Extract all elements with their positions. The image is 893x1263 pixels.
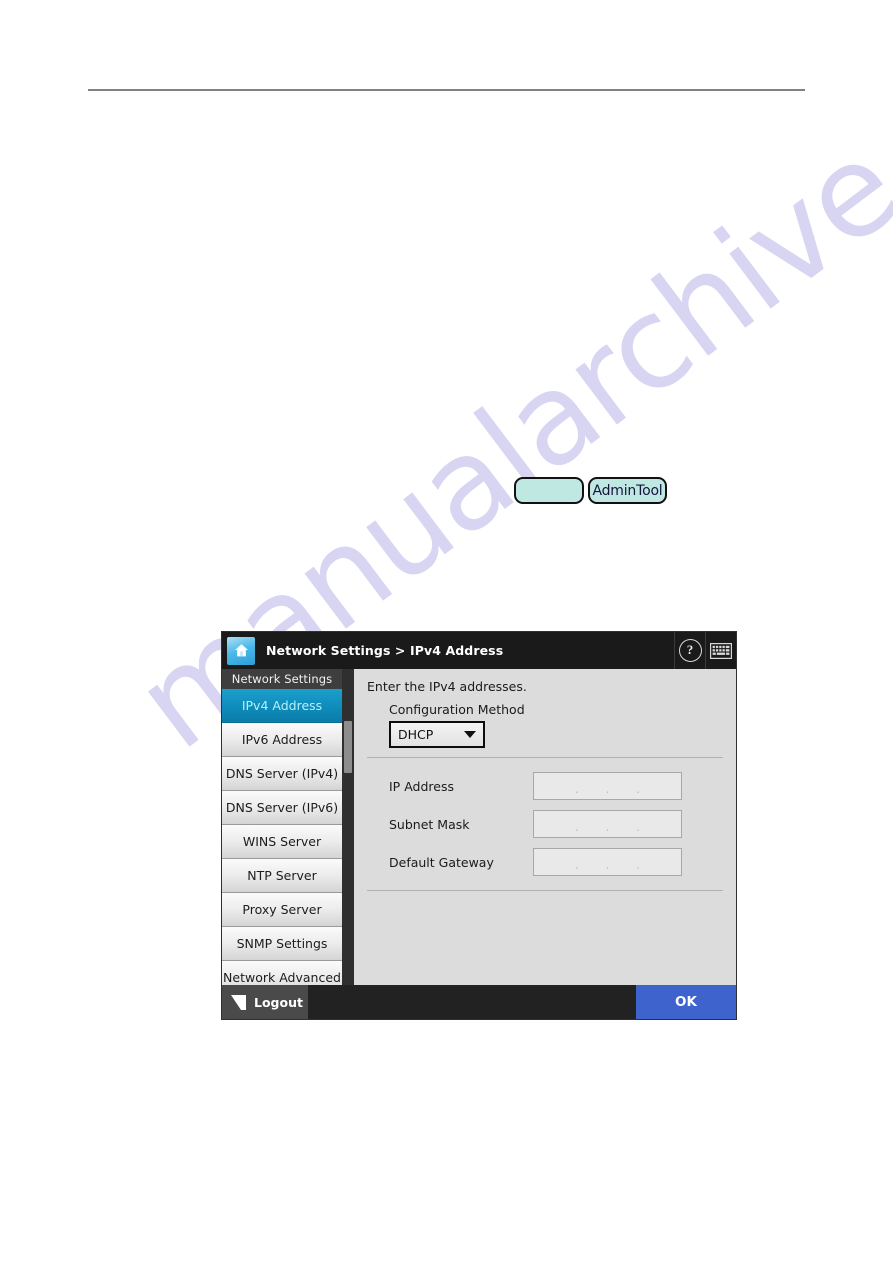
sidebar-item-ipv4-address[interactable]: IPv4 Address — [222, 689, 342, 723]
ip-address-input[interactable]: ... — [533, 772, 682, 800]
sidebar-heading: Network Settings — [222, 669, 342, 689]
footer-spacer — [308, 985, 636, 1019]
page-header-rule — [88, 89, 805, 91]
configuration-method-label: Configuration Method — [389, 702, 525, 717]
table-row: Subnet Mask ... — [367, 805, 723, 843]
default-gateway-label: Default Gateway — [389, 854, 494, 870]
sidebar-item-ntp-server[interactable]: NTP Server — [222, 859, 342, 893]
admin-tool-pill-button[interactable]: AdminTool — [588, 477, 667, 504]
ip-octet-separators: ... — [574, 858, 641, 872]
logout-icon — [231, 994, 246, 1010]
sidebar-item-ipv6-address[interactable]: IPv6 Address — [222, 723, 342, 757]
sidebar-item-wins-server[interactable]: WINS Server — [222, 825, 342, 859]
sidebar: Network Settings IPv4 Address IPv6 Addre… — [222, 669, 342, 985]
header-tool-group: ? — [674, 632, 736, 669]
device-footer: Logout OK — [222, 985, 736, 1019]
sidebar-scrollbar[interactable] — [342, 669, 354, 985]
default-gateway-input[interactable]: ... — [533, 848, 682, 876]
sidebar-item-network-advanced[interactable]: Network Advanced — [222, 961, 342, 985]
breadcrumb: Network Settings > IPv4 Address — [266, 643, 504, 658]
blank-pill-button[interactable] — [514, 477, 584, 504]
chevron-down-icon — [464, 731, 476, 738]
address-field-rows: IP Address ... Subnet Mask ... Default G… — [367, 767, 723, 881]
table-row: IP Address ... — [367, 767, 723, 805]
configuration-method-select[interactable]: DHCP — [389, 721, 485, 748]
ip-octet-separators: ... — [574, 820, 641, 834]
subnet-mask-label: Subnet Mask — [389, 816, 470, 832]
keyboard-icon — [710, 642, 732, 659]
table-row: Default Gateway ... — [367, 843, 723, 881]
instruction-text: Enter the IPv4 addresses. — [367, 679, 527, 694]
content-pane: Enter the IPv4 addresses. Configuration … — [354, 669, 736, 985]
logout-label: Logout — [254, 994, 303, 1010]
section-divider-bottom — [367, 890, 723, 891]
device-screen-panel: Network Settings > IPv4 Address ? Networ… — [222, 632, 736, 1019]
ip-octet-separators: ... — [574, 782, 641, 796]
sidebar-item-dns-server-ipv6[interactable]: DNS Server (IPv6) — [222, 791, 342, 825]
configuration-method-value: DHCP — [398, 727, 434, 742]
ok-button[interactable]: OK — [636, 985, 736, 1019]
help-button[interactable]: ? — [674, 632, 705, 669]
device-header: Network Settings > IPv4 Address ? — [222, 632, 736, 669]
sidebar-item-dns-server-ipv4[interactable]: DNS Server (IPv4) — [222, 757, 342, 791]
subnet-mask-input[interactable]: ... — [533, 810, 682, 838]
device-body: Network Settings IPv4 Address IPv6 Addre… — [222, 669, 736, 985]
help-icon: ? — [678, 639, 702, 662]
section-divider-top — [367, 757, 723, 758]
sidebar-scrollbar-thumb[interactable] — [344, 721, 352, 773]
figure-callout-buttons: AdminTool — [514, 477, 667, 504]
ip-address-label: IP Address — [389, 778, 454, 794]
sidebar-item-snmp-settings[interactable]: SNMP Settings — [222, 927, 342, 961]
home-icon[interactable] — [227, 636, 255, 665]
keyboard-button[interactable] — [705, 632, 736, 669]
logout-button[interactable]: Logout — [222, 985, 308, 1019]
sidebar-item-proxy-server[interactable]: Proxy Server — [222, 893, 342, 927]
